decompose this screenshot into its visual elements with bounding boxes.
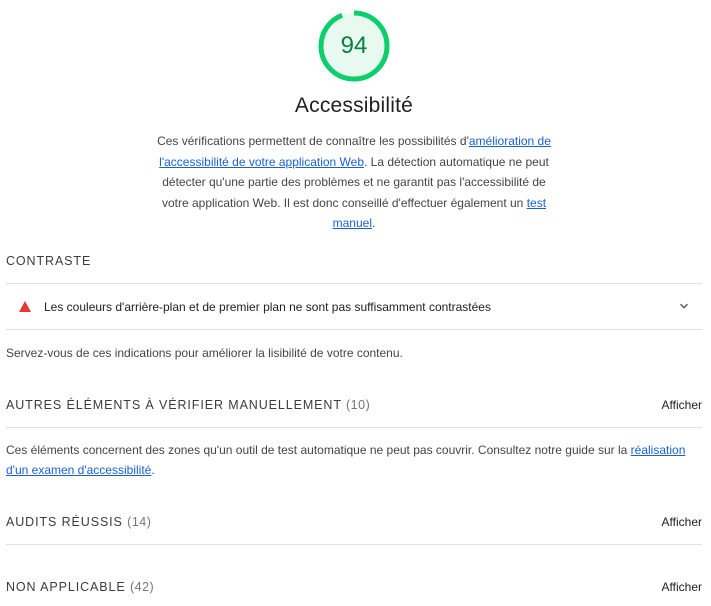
- warning-triangle-icon: [19, 301, 31, 312]
- divider: [6, 329, 702, 330]
- score-gauge: 94: [318, 10, 390, 82]
- category-title: Accessibilité: [294, 94, 414, 117]
- description-text: Ces vérifications permettent de connaîtr…: [157, 134, 469, 148]
- contrast-group-note: Servez-vous de ces indications pour amél…: [6, 346, 403, 360]
- category-description: Ces vérifications permettent de connaîtr…: [150, 131, 558, 234]
- passed-group-label: AUDITS RÉUSSIS: [6, 515, 123, 529]
- manual-note-text: Ces éléments concernent des zones qu'un …: [6, 443, 631, 457]
- score-value: 94: [340, 32, 368, 59]
- manual-group-label: AUTRES ÉLÉMENTS À VÉRIFIER MANUELLEMENT: [6, 398, 342, 412]
- manual-group-note: Ces éléments concernent des zones qu'un …: [6, 440, 702, 480]
- not-applicable-show-button[interactable]: Afficher: [662, 580, 702, 594]
- contrast-audit-item[interactable]: Les couleurs d'arrière-plan et de premie…: [6, 287, 702, 327]
- description-end: .: [372, 216, 376, 230]
- chevron-down-icon: [679, 303, 689, 309]
- audit-title: Les couleurs d'arrière-plan et de premie…: [44, 300, 491, 314]
- manual-group-count: (10): [346, 398, 371, 412]
- not-applicable-group-count: (42): [129, 580, 155, 594]
- contrast-group-title: CONTRASTE: [6, 254, 92, 268]
- divider: [6, 544, 702, 545]
- manual-note-end: .: [151, 463, 155, 477]
- divider: [6, 283, 702, 284]
- not-applicable-group-title: NON APPLICABLE (42): [6, 580, 154, 594]
- passed-show-button[interactable]: Afficher: [662, 515, 702, 529]
- divider: [6, 427, 702, 428]
- passed-group-count: (14): [127, 515, 152, 529]
- manual-show-button[interactable]: Afficher: [662, 398, 702, 412]
- manual-group-title: AUTRES ÉLÉMENTS À VÉRIFIER MANUELLEMENT …: [6, 398, 370, 412]
- not-applicable-group-label: NON APPLICABLE: [6, 580, 126, 594]
- accessibility-report: 94 Accessibilité Ces vérifications perme…: [0, 0, 711, 606]
- passed-group-title: AUDITS RÉUSSIS (14): [6, 515, 151, 529]
